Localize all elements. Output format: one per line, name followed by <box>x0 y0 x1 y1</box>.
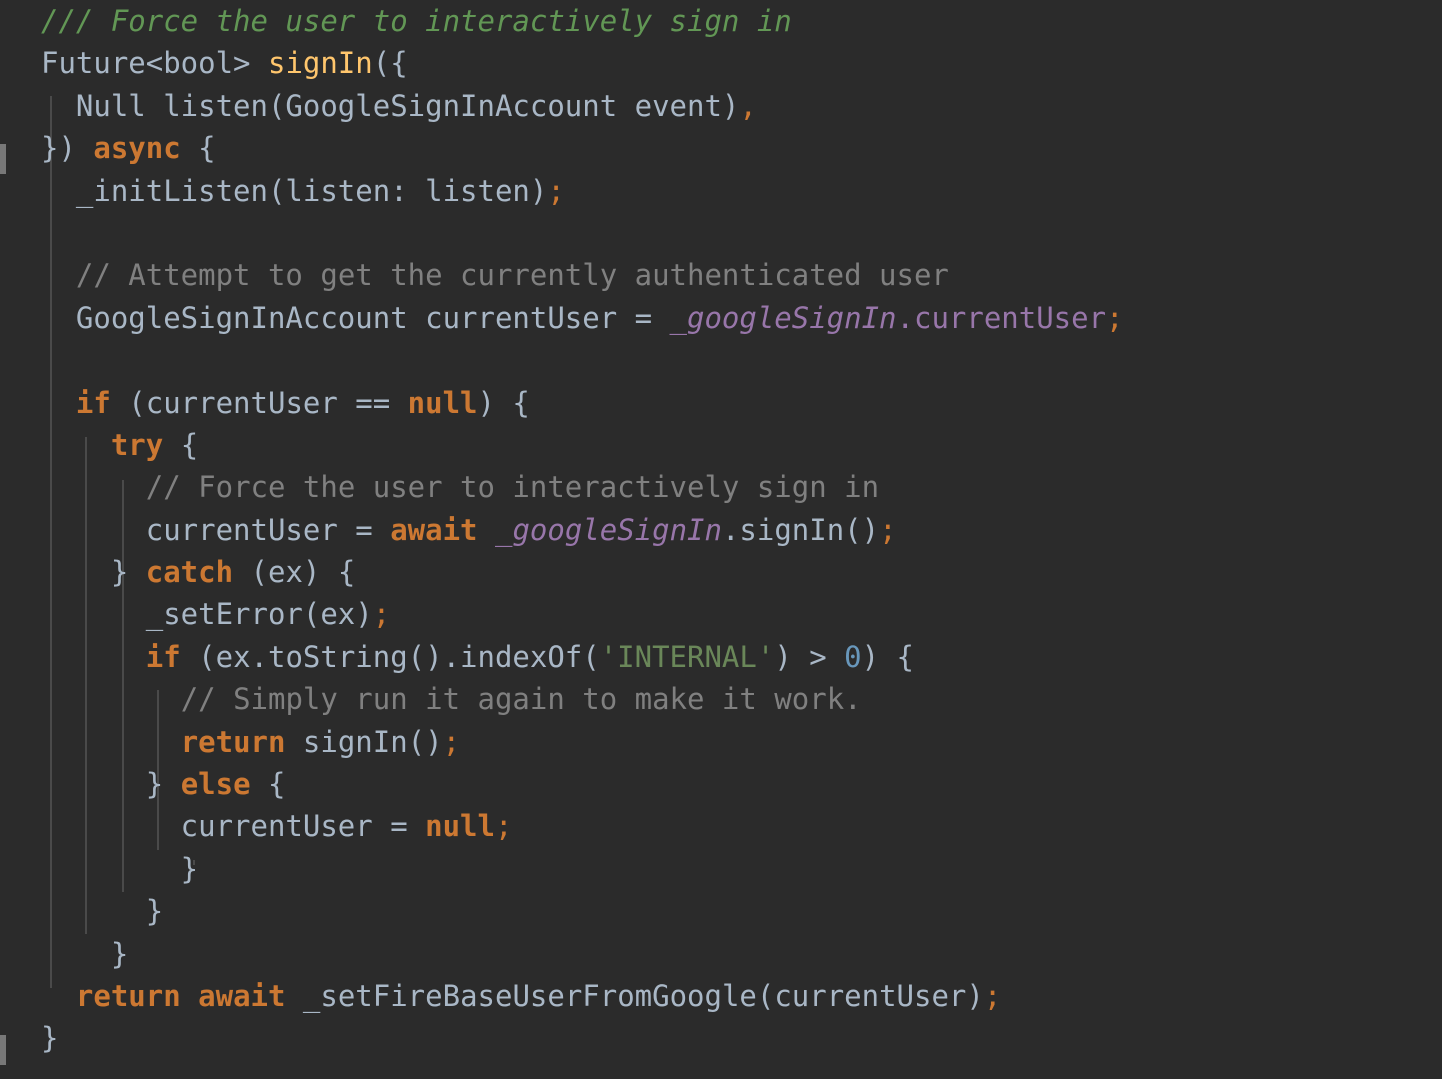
call-token: signIn() <box>285 724 443 759</box>
code-line-10[interactable]: if (currentUser == null) { <box>41 382 1441 424</box>
semicolon-token: ; <box>1106 300 1124 335</box>
code-line-12[interactable]: // Force the user to interactively sign … <box>41 466 1441 508</box>
code-line-1[interactable]: /// Force the user to interactively sign… <box>41 0 1441 42</box>
code-line-24[interactable]: return await _setFireBaseUserFromGoogle(… <box>41 975 1441 1017</box>
cond-close-token: ) { <box>861 639 915 674</box>
gutter-marker-closing-brace-line[interactable] <box>0 1035 6 1065</box>
comma-token: , <box>739 88 757 123</box>
keyword-return-token: return <box>75 978 181 1013</box>
assign-token: currentUser = <box>41 809 426 844</box>
semicolon-token: ; <box>983 978 1002 1013</box>
field-googlesignin-token: _googleSignIn <box>494 512 722 547</box>
semicolon-token: ; <box>547 173 565 208</box>
open-brace-token: { <box>250 767 286 802</box>
doc-comment-token: /// Force the user to interactively sign… <box>41 4 792 38</box>
keyword-await-token: await <box>198 978 286 1013</box>
code-line-6[interactable] <box>41 212 1441 254</box>
paren-token: ({ <box>372 46 408 81</box>
code-editor-view[interactable]: /// Force the user to interactively sign… <box>0 0 1442 1079</box>
code-line-5[interactable]: _initListen(listen: listen); <box>41 170 1441 212</box>
close-brace-token: } <box>41 555 146 590</box>
keyword-if-token: if <box>145 639 181 674</box>
code-line-22[interactable]: } <box>41 890 1441 932</box>
keyword-try-token: try <box>110 427 164 462</box>
code-line-25[interactable]: } <box>41 1017 1441 1059</box>
code-line-9[interactable] <box>41 339 1441 381</box>
keyword-async-token: async <box>93 131 181 166</box>
param-token: Null listen(GoogleSignInAccount event) <box>41 88 740 123</box>
semicolon-token: ; <box>442 724 461 759</box>
line-comment-token-3: // Simply run it again to make it work. <box>180 682 862 717</box>
call-token: _initListen(listen: listen) <box>41 173 548 208</box>
open-brace-token: { <box>180 131 216 166</box>
cond-token: (currentUser == <box>110 385 408 420</box>
code-line-20[interactable]: currentUser = null; <box>41 805 1441 847</box>
assign-token: currentUser = <box>41 512 391 547</box>
close-brace-token: } <box>41 851 199 886</box>
line-comment-token-1: // Attempt to get the currently authenti… <box>75 258 949 293</box>
field-googlesignin-token: _googleSignIn <box>669 300 897 335</box>
code-line-3[interactable]: Null listen(GoogleSignInAccount event), <box>41 85 1441 127</box>
keyword-if-token: if <box>75 385 111 420</box>
open-brace-token: { <box>163 427 199 462</box>
keyword-catch-token: catch <box>145 555 234 590</box>
code-line-23[interactable]: } <box>41 933 1441 975</box>
catch-param-token: (ex) { <box>233 555 356 590</box>
semicolon-token: ; <box>372 597 391 632</box>
semicolon-token: ; <box>494 809 513 844</box>
number-literal-token: 0 <box>844 639 862 674</box>
code-line-13[interactable]: currentUser = await _googleSignIn.signIn… <box>41 509 1441 551</box>
cond-close-token: ) { <box>477 385 530 420</box>
line-comment-token-2: // Force the user to interactively sign … <box>145 470 880 505</box>
code-line-14[interactable]: } catch (ex) { <box>41 551 1441 593</box>
type-token: Future<bool> <box>41 46 268 81</box>
code-line-17[interactable]: // Simply run it again to make it work. <box>41 678 1441 720</box>
cond-mid-token: ) > <box>774 639 845 674</box>
code-line-8[interactable]: GoogleSignInAccount currentUser = _googl… <box>41 297 1441 339</box>
code-line-2[interactable]: Future<bool> signIn({ <box>41 42 1441 84</box>
cond-token: (ex.toString().indexOf( <box>180 639 600 674</box>
code-line-15[interactable]: _setError(ex); <box>41 593 1441 635</box>
code-line-19[interactable]: } else { <box>41 763 1441 805</box>
code-line-11[interactable]: try { <box>41 424 1441 466</box>
code-line-18[interactable]: return signIn(); <box>41 721 1441 763</box>
decl-token: GoogleSignInAccount currentUser = <box>41 300 670 335</box>
close-paren-token: }) <box>41 131 94 166</box>
keyword-return-token: return <box>180 724 286 759</box>
code-line-7[interactable]: // Attempt to get the currently authenti… <box>41 254 1441 296</box>
semicolon-token: ; <box>879 512 897 547</box>
close-brace-token: } <box>41 936 129 971</box>
close-brace-token: } <box>41 767 181 802</box>
code-line-16[interactable]: if (ex.toString().indexOf('INTERNAL') > … <box>41 636 1441 678</box>
function-name-token: signIn <box>267 46 373 81</box>
keyword-else-token: else <box>180 767 251 802</box>
method-signin-token: .signIn() <box>721 512 880 547</box>
keyword-await-token: await <box>390 512 478 547</box>
close-brace-token: } <box>41 1021 59 1056</box>
close-brace-token: } <box>41 894 164 929</box>
call-token: _setFireBaseUserFromGoogle(currentUser) <box>285 978 984 1013</box>
code-content[interactable]: /// Force the user to interactively sign… <box>41 0 1441 1060</box>
string-literal-token: 'INTERNAL' <box>599 639 775 674</box>
property-currentuser-token: .currentUser <box>896 300 1107 335</box>
keyword-null-token: null <box>407 385 478 420</box>
code-line-4[interactable]: }) async { <box>41 127 1441 169</box>
call-token: _setError(ex) <box>41 597 373 632</box>
code-line-21[interactable]: } <box>41 848 1441 890</box>
keyword-null-token: null <box>425 809 495 844</box>
gutter-marker-async-line[interactable] <box>0 144 6 174</box>
